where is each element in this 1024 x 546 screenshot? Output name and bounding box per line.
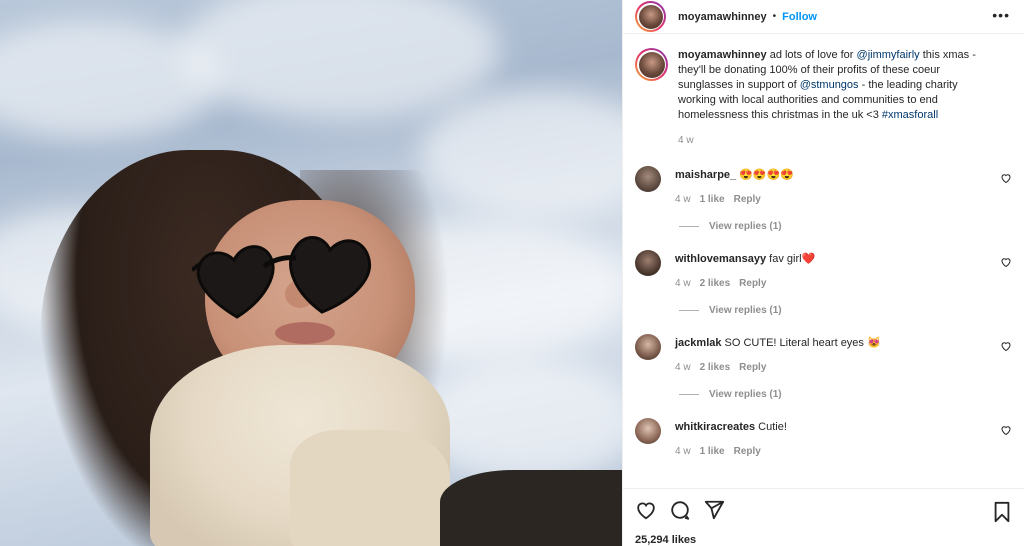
- reply-button[interactable]: Reply: [739, 278, 766, 289]
- separator-dot: •: [772, 11, 777, 22]
- commenter-username[interactable]: jackmlak: [675, 337, 721, 349]
- commenter-avatar[interactable]: [635, 250, 661, 276]
- caption-timestamp[interactable]: 4 w: [678, 135, 998, 146]
- mention-link[interactable]: @jimmyfairly: [857, 49, 920, 61]
- hashtag-link[interactable]: #xmasforall: [882, 109, 938, 121]
- instagram-post-view: moyamawhinney • Follow ••• moyamawhinney…: [0, 0, 1024, 546]
- view-replies-label: View replies (1): [709, 389, 782, 400]
- reply-button[interactable]: Reply: [734, 446, 761, 457]
- heart-icon[interactable]: [635, 499, 657, 521]
- more-options-icon[interactable]: •••: [992, 8, 1010, 22]
- comment-likes[interactable]: 1 like: [700, 446, 725, 457]
- comment-timestamp[interactable]: 4 w: [675, 278, 691, 289]
- comment-likes[interactable]: 2 likes: [700, 362, 731, 373]
- comment-text: fav girl❤️: [766, 253, 816, 265]
- commenter-avatar[interactable]: [635, 418, 661, 444]
- likes-count[interactable]: 25,294 likes: [635, 534, 1012, 546]
- caption-text: moyamawhinney ad lots of love for @jimmy…: [678, 48, 998, 123]
- commenter-username[interactable]: whitkiracreates: [675, 421, 755, 433]
- post-actions-bar: 25,294 likes: [623, 488, 1024, 546]
- post-caption: moyamawhinney ad lots of love for @jimmy…: [635, 48, 1012, 146]
- commenter-avatar[interactable]: [635, 166, 661, 192]
- post-side-panel: moyamawhinney • Follow ••• moyamawhinney…: [622, 0, 1024, 546]
- author-username[interactable]: moyamawhinney: [678, 11, 767, 23]
- reply-button[interactable]: Reply: [734, 194, 761, 205]
- comment-item: withlovemansayy fav girl❤️ 4 w 2 likes R…: [635, 250, 1012, 316]
- follow-button[interactable]: Follow: [782, 11, 817, 23]
- view-replies-label: View replies (1): [709, 305, 782, 316]
- bookmark-icon[interactable]: [992, 501, 1012, 523]
- comment-item: jackmlak SO CUTE! Literal heart eyes 😻 4…: [635, 334, 1012, 400]
- caption-text-part: ad lots of love for: [766, 49, 857, 61]
- commenter-avatar[interactable]: [635, 334, 661, 360]
- caption-username[interactable]: moyamawhinney: [678, 49, 767, 61]
- comment-text: SO CUTE! Literal heart eyes 😻: [721, 337, 881, 349]
- comment-likes[interactable]: 1 like: [700, 194, 725, 205]
- author-avatar[interactable]: [638, 4, 663, 29]
- replies-line: [679, 226, 699, 227]
- comment-timestamp[interactable]: 4 w: [675, 362, 691, 373]
- comment-like-heart-icon[interactable]: [1000, 256, 1012, 268]
- post-photo: [0, 0, 622, 546]
- comment-item: maisharpe_ 😍😍😍😍 4 w 1 like Reply View re…: [635, 166, 1012, 232]
- comment-timestamp[interactable]: 4 w: [675, 194, 691, 205]
- comments-section[interactable]: moyamawhinney ad lots of love for @jimmy…: [623, 34, 1024, 488]
- view-replies-label: View replies (1): [709, 221, 782, 232]
- view-replies-button[interactable]: View replies (1): [675, 305, 1012, 316]
- view-replies-button[interactable]: View replies (1): [675, 389, 1012, 400]
- view-replies-button[interactable]: View replies (1): [675, 221, 1012, 232]
- replies-line: [679, 310, 699, 311]
- replies-line: [679, 394, 699, 395]
- comment-icon[interactable]: [669, 499, 691, 521]
- comment-like-heart-icon[interactable]: [1000, 340, 1012, 352]
- author-avatar-ring[interactable]: [635, 1, 666, 32]
- mention-link[interactable]: @stmungos: [800, 79, 859, 91]
- comment-text: 😍😍😍😍: [736, 169, 794, 181]
- comment-likes[interactable]: 2 likes: [700, 278, 731, 289]
- comment-like-heart-icon[interactable]: [1000, 172, 1012, 184]
- commenter-username[interactable]: withlovemansayy: [675, 253, 766, 265]
- caption-avatar[interactable]: [638, 51, 665, 78]
- comment-text: Cutie!: [755, 421, 787, 433]
- commenter-username[interactable]: maisharpe_: [675, 169, 736, 181]
- post-header: moyamawhinney • Follow •••: [623, 0, 1024, 34]
- send-icon[interactable]: [703, 499, 725, 521]
- comment-timestamp[interactable]: 4 w: [675, 446, 691, 457]
- comment-like-heart-icon[interactable]: [1000, 424, 1012, 436]
- comment-item: whitkiracreates Cutie! 4 w 1 like Reply: [635, 418, 1012, 457]
- reply-button[interactable]: Reply: [739, 362, 766, 373]
- caption-avatar-ring[interactable]: [635, 48, 668, 81]
